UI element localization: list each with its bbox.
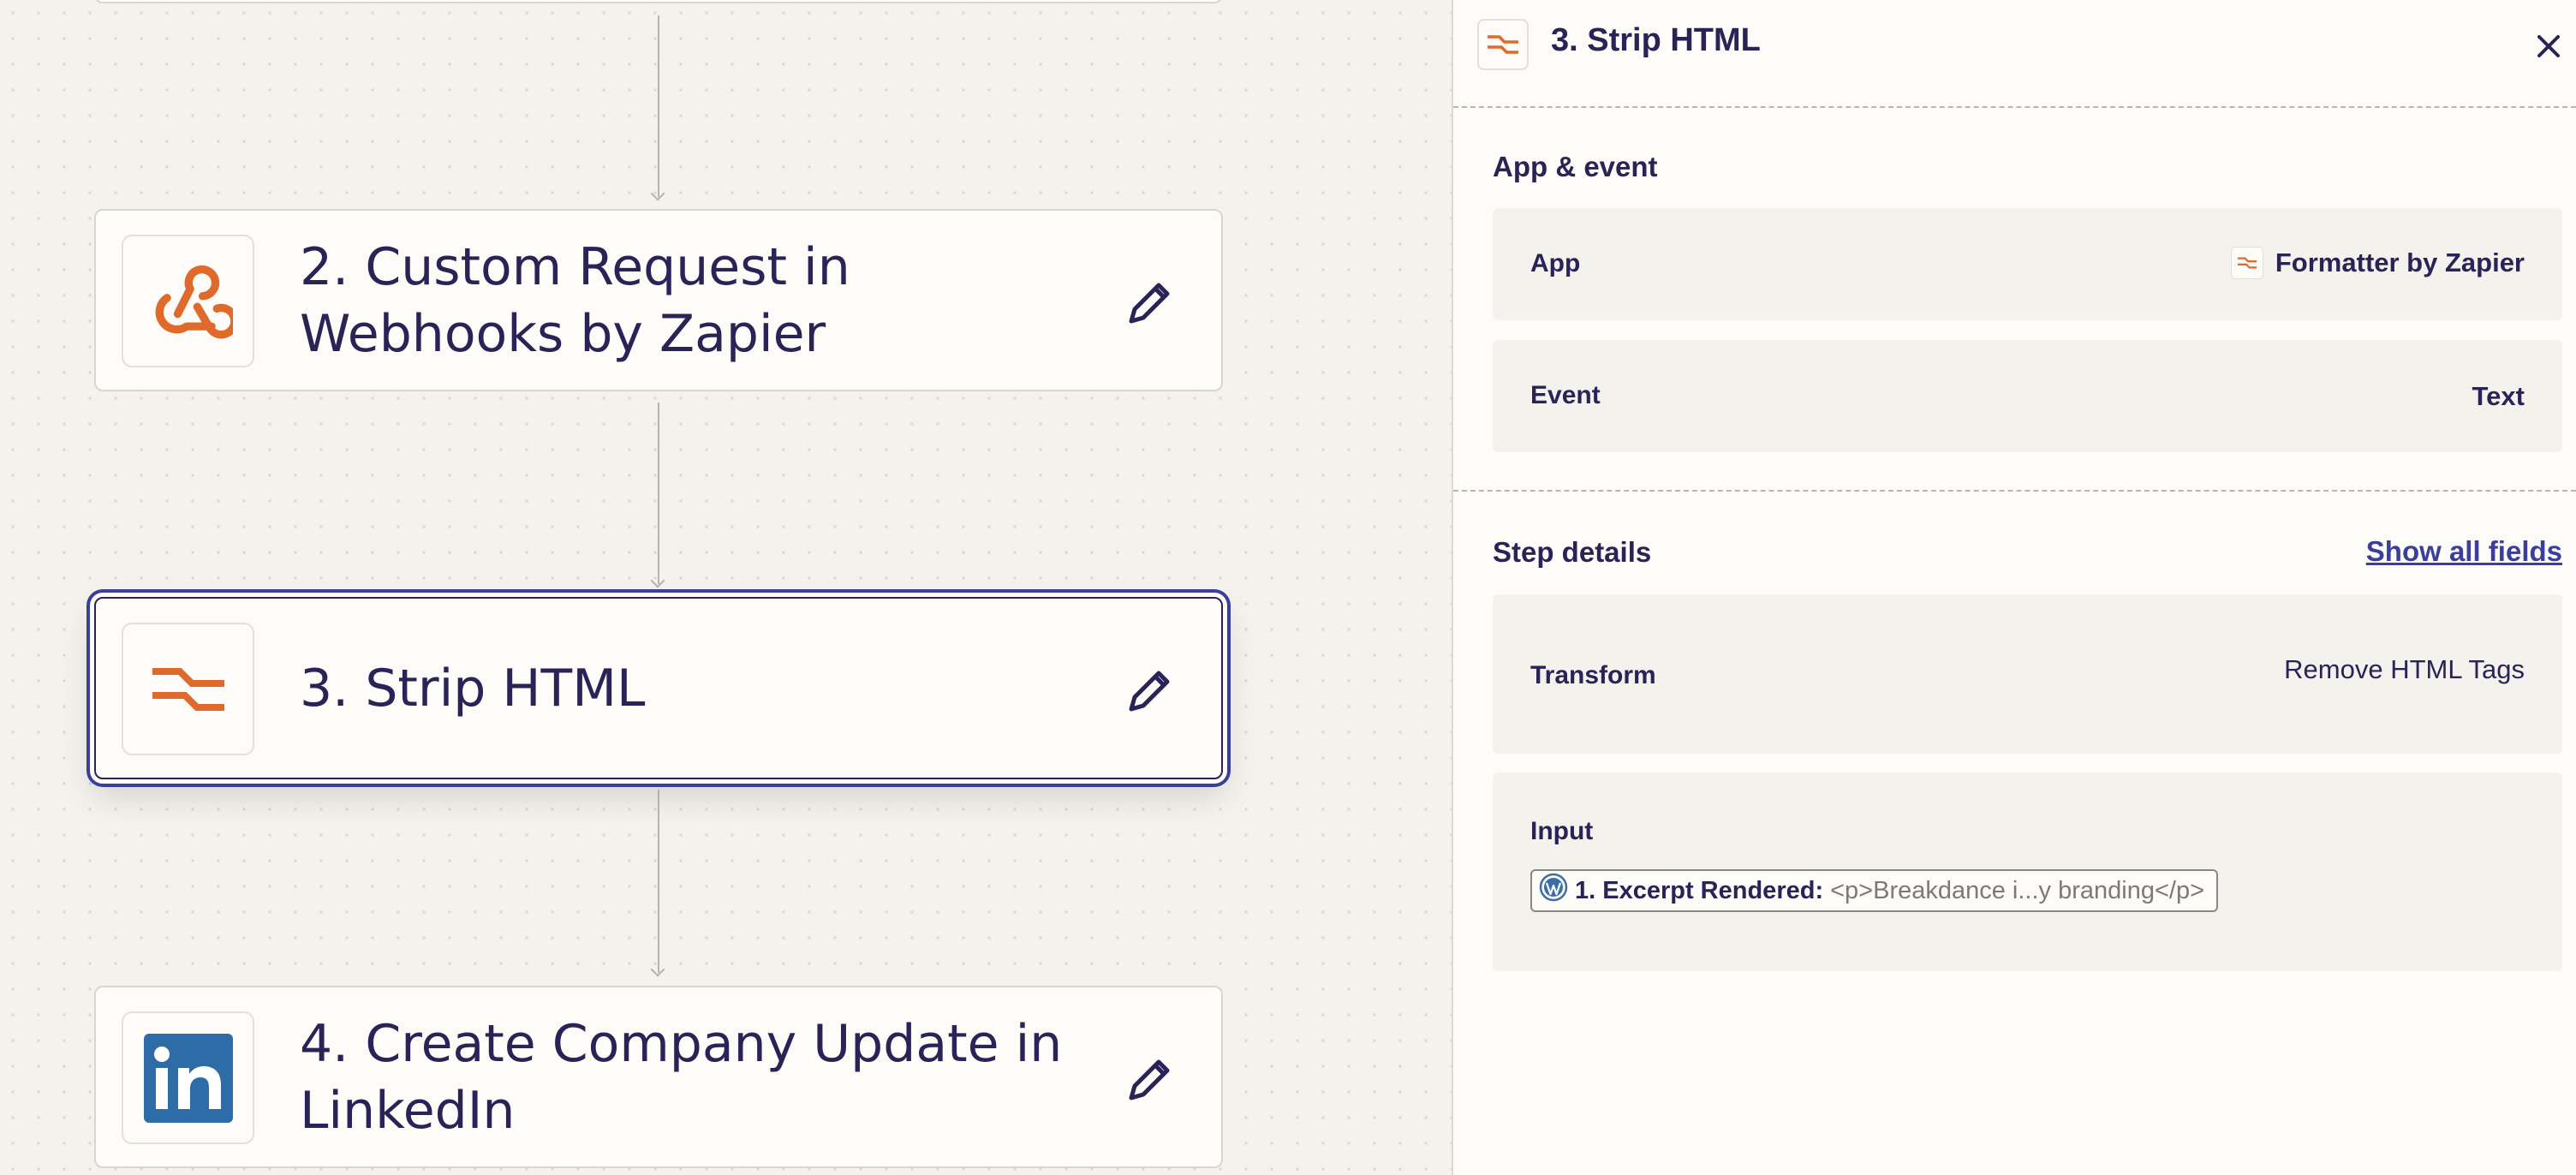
app-field[interactable]: App Formatter by Zapier: [1493, 208, 2562, 320]
event-label: Event: [1530, 381, 1601, 409]
event-value: Text: [2472, 381, 2525, 411]
formatter-icon: [2230, 247, 2263, 279]
pill-label: 1. Excerpt Rendered:: [1575, 876, 1824, 904]
webhooks-icon: [122, 235, 254, 367]
panel-title: 3. Strip HTML: [1551, 22, 1761, 58]
event-field[interactable]: Event Text: [1493, 340, 2562, 452]
step-title: 2. Custom Request in Webhooks by Zapier: [300, 236, 850, 364]
input-mapping-pill[interactable]: 1. Excerpt Rendered: <p>Breakdance i...y…: [1530, 869, 2219, 912]
step-details-heading: Step details: [1493, 536, 1652, 568]
linkedin-icon: [122, 1011, 254, 1144]
section-divider: [1453, 490, 2576, 492]
transform-value: Remove HTML Tags: [2284, 654, 2525, 684]
app-value: Formatter by Zapier: [2230, 247, 2525, 279]
app-label: App: [1530, 249, 1581, 277]
input-field[interactable]: Input 1. Excerpt Rendered: <p>Breakdance…: [1493, 772, 2562, 971]
step-card-4[interactable]: 4. Create Company Update in LinkedIn: [94, 986, 1223, 1168]
transform-field[interactable]: Transform Remove HTML Tags: [1493, 594, 2562, 754]
close-icon[interactable]: [2531, 29, 2566, 63]
connector-line: [658, 790, 659, 973]
step-title: 3. Strip HTML: [300, 658, 646, 719]
edit-pencil-icon[interactable]: [1120, 272, 1180, 332]
app-event-heading: App & event: [1493, 151, 1658, 182]
show-all-fields-link[interactable]: Show all fields: [2366, 535, 2562, 568]
formatter-icon: [122, 623, 254, 755]
panel-header: 3. Strip HTML: [1453, 0, 2576, 108]
input-label: Input: [1530, 817, 1594, 845]
edit-pencil-icon[interactable]: [1120, 1049, 1180, 1109]
connector-line: [658, 15, 659, 197]
workflow-canvas[interactable]: 2. Custom Request in Webhooks by Zapier …: [0, 0, 1452, 1175]
formatter-icon: [1477, 19, 1529, 70]
transform-label: Transform: [1530, 661, 1656, 689]
step-card-1[interactable]: [94, 0, 1223, 3]
app-value-text: Formatter by Zapier: [2275, 248, 2525, 277]
step-card-2[interactable]: 2. Custom Request in Webhooks by Zapier: [94, 209, 1223, 391]
step-details-panel: 3. Strip HTML App & event App Formatter …: [1452, 0, 2576, 1175]
connector-line: [658, 403, 659, 584]
pill-value: <p>Breakdance i...y branding</p>: [1830, 876, 2205, 904]
wordpress-icon: [1539, 873, 1568, 909]
step-title: 4. Create Company Update in LinkedIn: [300, 1013, 1063, 1141]
step-card-3-selected[interactable]: 3. Strip HTML: [94, 597, 1223, 779]
edit-pencil-icon[interactable]: [1120, 660, 1180, 720]
